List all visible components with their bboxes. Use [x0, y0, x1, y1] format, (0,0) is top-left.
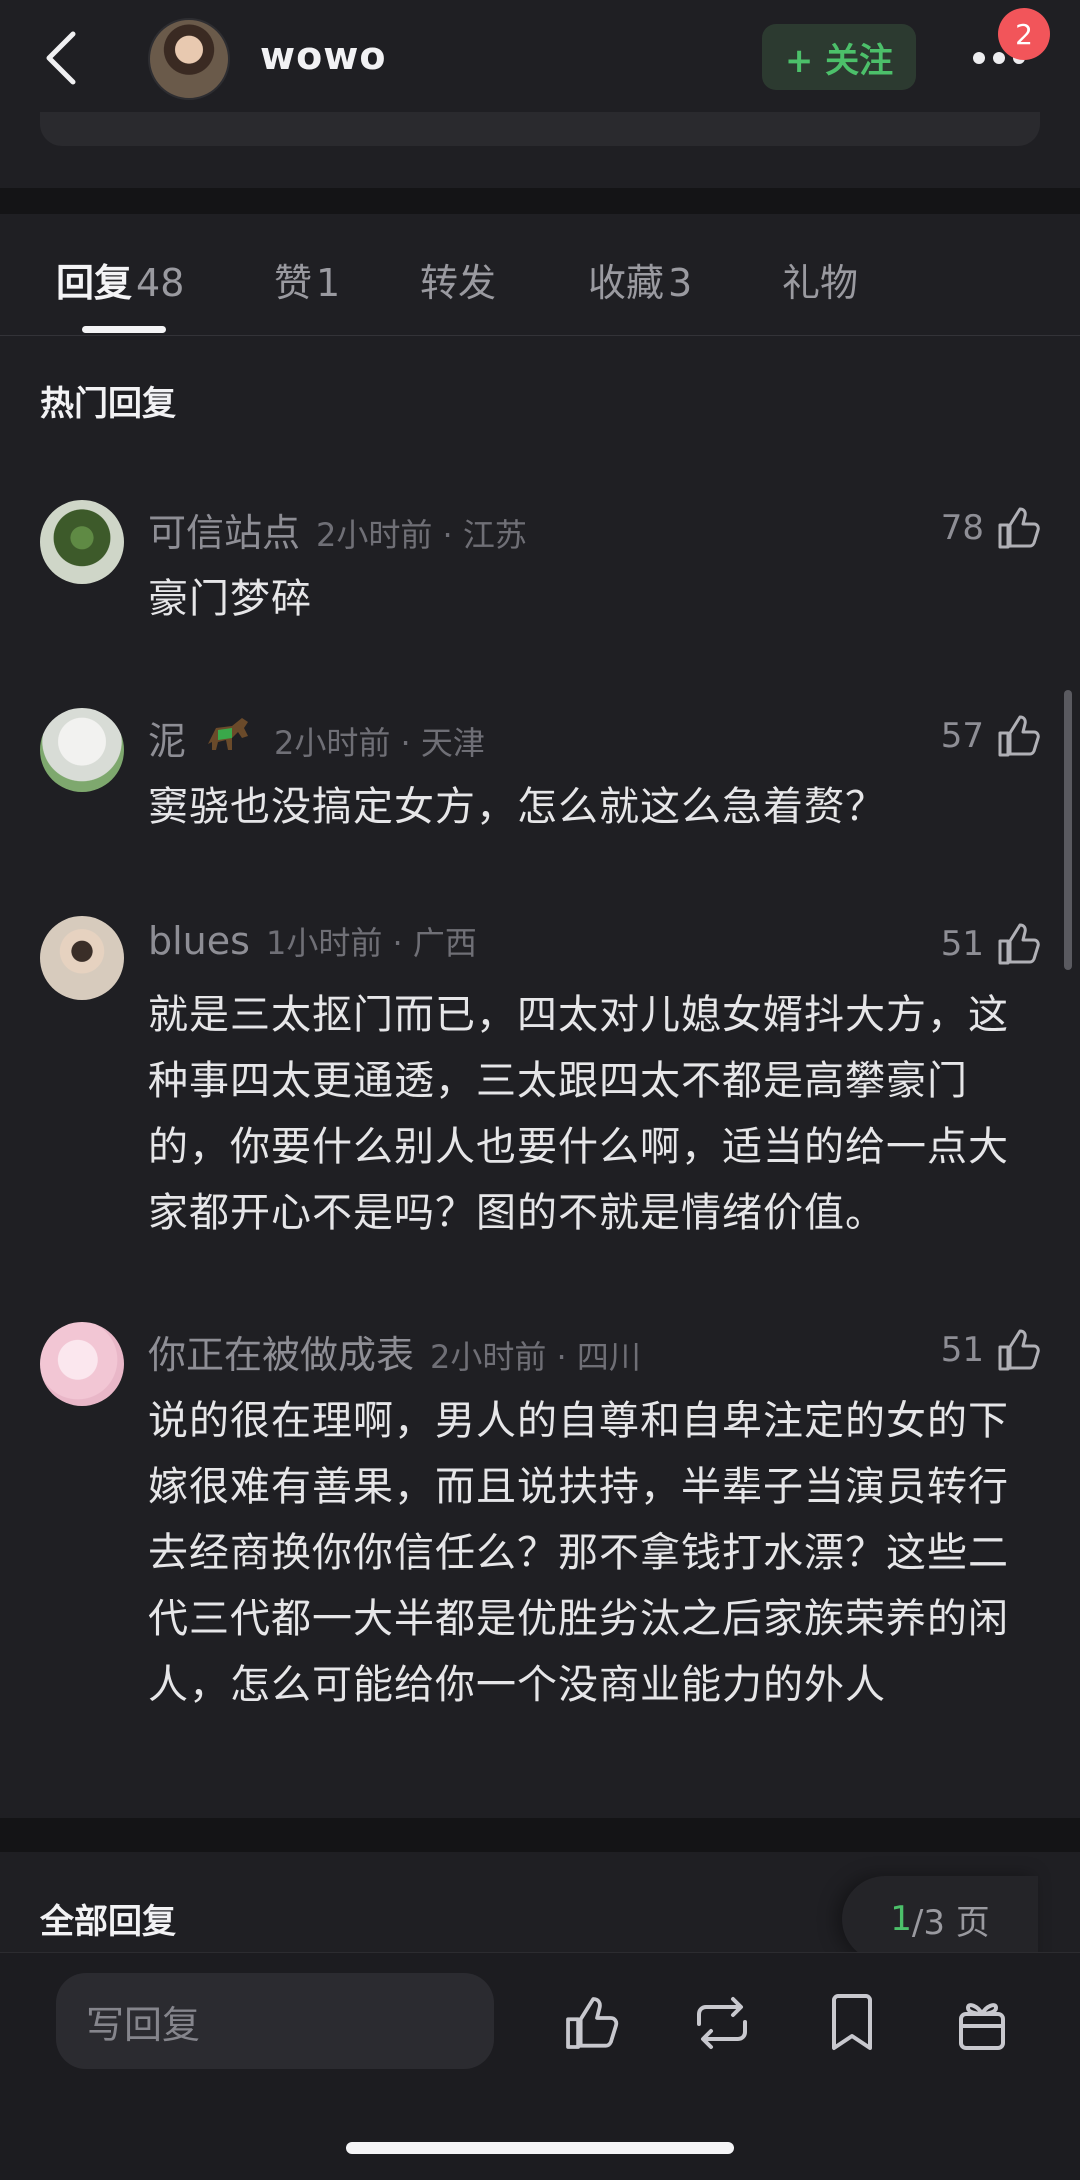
- gift-button[interactable]: [946, 1987, 1018, 2059]
- comment-meta: 2小时前 · 江苏: [316, 516, 527, 554]
- bookmark-button[interactable]: [816, 1987, 888, 2059]
- thumbs-up-icon: [998, 1329, 1040, 1371]
- interaction-tabs: 回复 48 赞1 转发 收藏 3 礼物: [0, 214, 1080, 336]
- commenter-avatar[interactable]: [40, 1322, 124, 1406]
- like-count: 51: [940, 924, 984, 964]
- commenter-name[interactable]: 可信站点: [148, 502, 300, 557]
- gift-icon: [959, 2003, 1005, 2050]
- thumbs-up-icon: [998, 507, 1040, 549]
- tab-gifts[interactable]: 礼物: [782, 252, 858, 307]
- comment-header: 泥 2小时前 · 天津: [148, 710, 485, 763]
- tab-reposts[interactable]: 转发: [420, 252, 496, 307]
- current-page: 1: [890, 1899, 912, 1939]
- comment-like-button[interactable]: 57: [941, 708, 1042, 764]
- commenter-name[interactable]: blues: [148, 919, 250, 963]
- comment-meta: 1小时前 · 广西: [265, 924, 477, 962]
- notification-badge: 2: [998, 8, 1050, 60]
- tab-label: 转发: [420, 261, 497, 305]
- repost-icon: [697, 1997, 747, 2049]
- comment-meta: 2小时前 · 天津: [274, 724, 485, 762]
- tab-count: 48: [136, 261, 185, 305]
- tab-count: 3: [668, 261, 693, 305]
- like-button[interactable]: [556, 1987, 628, 2059]
- commenter-avatar[interactable]: [40, 500, 124, 584]
- tab-likes[interactable]: 赞1: [274, 252, 340, 307]
- thumbs-up-icon: [566, 1997, 619, 2049]
- scrollbar[interactable]: [1064, 690, 1072, 970]
- comment-like-button[interactable]: 51: [941, 1322, 1042, 1378]
- comment-text: 说的很在理啊，男人的自尊和自卑注定的女的下嫁很难有善果，而且说扶持，半辈子当演员…: [148, 1398, 1009, 1708]
- section-divider: [0, 188, 1080, 214]
- like-count: 57: [940, 716, 984, 756]
- back-arrow-icon: [46, 31, 76, 85]
- comment-header: blues 1小时前 · 广西: [148, 918, 477, 966]
- tab-label: 礼物: [782, 261, 859, 305]
- tab-label: 回复: [56, 261, 133, 305]
- hot-replies-title: 热门回复: [40, 384, 176, 424]
- horse-emoji-icon: [208, 718, 249, 750]
- comment-text: 豪门梦碎: [148, 576, 312, 622]
- repost-button[interactable]: [686, 1987, 758, 2059]
- tab-favorites[interactable]: 收藏 3: [588, 252, 692, 307]
- thumbs-up-icon: [998, 923, 1040, 965]
- tab-replies[interactable]: 回复 48: [56, 252, 184, 307]
- back-button[interactable]: [38, 26, 82, 90]
- more-dot: [993, 52, 1005, 64]
- page-indicator[interactable]: 1/3 页: [842, 1876, 1038, 1962]
- comment-like-button[interactable]: 78: [941, 500, 1042, 556]
- comment-header: 你正在被做成表 2小时前 · 四川: [148, 1324, 641, 1377]
- home-indicator[interactable]: [346, 2142, 734, 2154]
- like-count: 51: [940, 1330, 984, 1370]
- comment-text: 窦骁也没搞定女方，怎么就这么急着赘？: [148, 784, 886, 830]
- all-replies-title: 全部回复: [40, 1902, 176, 1942]
- user-avatar[interactable]: [148, 18, 230, 100]
- commenter-name[interactable]: 泥: [148, 710, 186, 765]
- tab-label: 收藏: [588, 261, 665, 305]
- comment-like-button[interactable]: 51: [941, 916, 1042, 972]
- post-card-bottom-edge: [40, 112, 1040, 146]
- top-bar: wowo + 关注 2: [0, 0, 1080, 188]
- comment-text: 就是三太抠门而已，四太对儿媳女婿抖大方，这种事四太更通透，三太跟四太不都是高攀豪…: [148, 992, 1009, 1236]
- like-count: 78: [940, 508, 984, 548]
- commenter-avatar[interactable]: [40, 708, 124, 792]
- commenter-avatar[interactable]: [40, 916, 124, 1000]
- more-dots-icon: [973, 52, 985, 64]
- thumbs-up-icon: [998, 715, 1040, 757]
- commenter-name[interactable]: 你正在被做成表: [148, 1324, 414, 1379]
- total-pages: /3 页: [911, 1902, 990, 1943]
- active-tab-indicator: [82, 326, 166, 333]
- section-divider: [0, 1818, 1080, 1852]
- user-name[interactable]: wowo: [260, 34, 386, 78]
- comment-header: 可信站点 2小时前 · 江苏: [148, 502, 527, 555]
- follow-button[interactable]: + 关注: [762, 24, 916, 90]
- bookmark-icon: [832, 1994, 872, 2050]
- comment-meta: 2小时前 · 四川: [430, 1338, 641, 1376]
- reply-input[interactable]: 写回复: [56, 1973, 494, 2069]
- tab-label: 赞: [274, 261, 313, 305]
- tab-count: 1: [316, 261, 341, 305]
